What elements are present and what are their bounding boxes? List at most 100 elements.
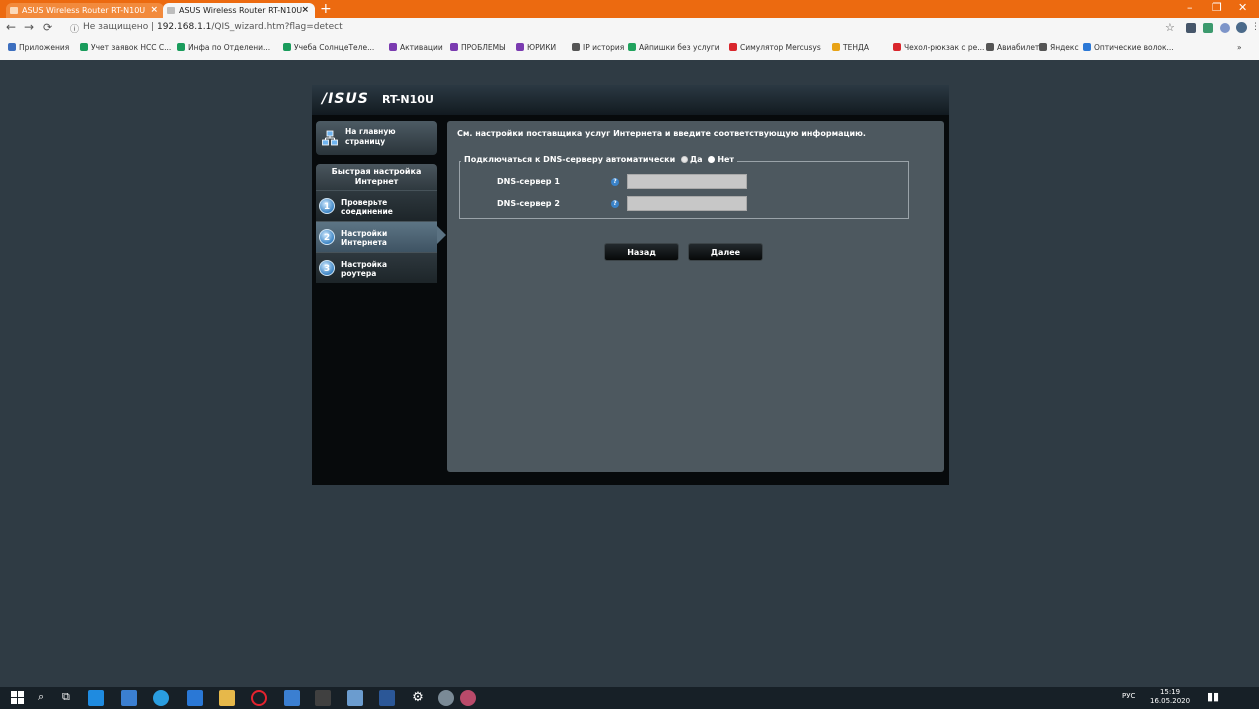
app-icon[interactable] bbox=[460, 690, 476, 706]
bookmarks-more-button[interactable]: » bbox=[1237, 43, 1242, 52]
new-tab-button[interactable]: + bbox=[320, 1, 332, 17]
bookmark-item[interactable]: ТЕНДА bbox=[832, 43, 869, 52]
help-icon[interactable]: ? bbox=[611, 200, 619, 208]
bookmark-item[interactable]: Яндекс bbox=[1039, 43, 1079, 52]
bookmark-star-icon[interactable]: ☆ bbox=[1165, 21, 1175, 34]
dns1-input[interactable] bbox=[627, 174, 747, 189]
windows-start-icon[interactable] bbox=[11, 690, 27, 706]
restore-button[interactable]: ❐ bbox=[1212, 1, 1222, 14]
dns-auto-legend: Подключаться к DNS-серверу автоматически… bbox=[461, 155, 738, 164]
telegram-icon[interactable] bbox=[153, 690, 169, 706]
bookmark-icon bbox=[893, 43, 901, 51]
bookmark-icon bbox=[389, 43, 397, 51]
bookmark-label: ЮРИКИ bbox=[527, 43, 557, 52]
url-field[interactable]: Не защищено | 192.168.1.1/QIS_wizard.htm… bbox=[83, 22, 343, 32]
menu-dots-icon[interactable]: ⋮ bbox=[1251, 22, 1259, 32]
home-button[interactable]: На главную страницу bbox=[316, 121, 437, 155]
url-security-label: Не защищено bbox=[83, 22, 149, 32]
back-button[interactable]: Назад bbox=[604, 243, 679, 261]
bookmark-item[interactable]: ПРОБЛЕМЫ bbox=[450, 43, 506, 52]
browser-tab-active[interactable]: ASUS Wireless Router RT-N10U × bbox=[163, 3, 315, 18]
date: 16.05.2020 bbox=[1150, 697, 1191, 705]
home-label: На главную страницу bbox=[345, 127, 396, 146]
bookmark-icon bbox=[80, 43, 88, 51]
dns-auto-label: Подключаться к DNS-серверу автоматически bbox=[464, 155, 676, 164]
bookmark-icon bbox=[628, 43, 636, 51]
app-icon[interactable] bbox=[121, 690, 137, 706]
bookmark-item[interactable]: Чехол-рюкзак с ре... bbox=[893, 43, 984, 52]
radio-yes[interactable] bbox=[680, 156, 688, 163]
notification-icon[interactable]: ▮▮ bbox=[1207, 690, 1219, 703]
bookmark-item[interactable]: Оптические волок... bbox=[1083, 43, 1174, 52]
bookmark-item[interactable]: Инфа по Отделени... bbox=[177, 43, 270, 52]
close-tab-icon[interactable]: × bbox=[150, 3, 158, 18]
info-icon[interactable]: ⓘ bbox=[70, 22, 79, 35]
reload-icon[interactable]: ⟳ bbox=[43, 21, 52, 34]
forward-arrow-icon[interactable]: → bbox=[24, 20, 34, 34]
profile-avatar[interactable] bbox=[1236, 22, 1247, 33]
bookmark-label: Авиабилеты bbox=[997, 43, 1046, 52]
opera-icon[interactable] bbox=[251, 690, 267, 706]
active-step-arrow bbox=[437, 226, 446, 244]
browser-tab[interactable]: ASUS Wireless Router RT-N10U × bbox=[6, 3, 164, 18]
router-favicon-icon bbox=[10, 7, 18, 14]
settings-icon[interactable]: ⚙ bbox=[410, 690, 426, 706]
bookmark-item[interactable]: IP история bbox=[572, 43, 624, 52]
next-button[interactable]: Далее bbox=[688, 243, 763, 261]
bookmark-label: Айпишки без услуги bbox=[639, 43, 720, 52]
clock[interactable]: 15:19 16.05.2020 bbox=[1150, 688, 1190, 706]
minimize-button[interactable]: – bbox=[1187, 1, 1193, 14]
dns2-input[interactable] bbox=[627, 196, 747, 211]
step-router-settings[interactable]: 3 Настройка роутера bbox=[316, 252, 437, 283]
extension-icon[interactable] bbox=[1186, 23, 1196, 33]
dns1-label: DNS-сервер 1 bbox=[497, 177, 560, 186]
step-number-icon: 3 bbox=[319, 260, 335, 276]
bookmark-item[interactable]: Учет заявок НСС С... bbox=[80, 43, 171, 52]
dns2-label: DNS-сервер 2 bbox=[497, 199, 560, 208]
bookmark-label: Приложения bbox=[19, 43, 70, 52]
extension-icon[interactable] bbox=[1220, 23, 1230, 33]
taskbar: ⌕ ⧉ ⚙ РУС 15:19 16.05.2020 ▮▮ bbox=[0, 687, 1259, 709]
radio-no[interactable] bbox=[708, 156, 716, 163]
bookmark-item[interactable]: Авиабилеты bbox=[986, 43, 1045, 52]
bookmark-label: Учеба СолнцеТеле... bbox=[294, 43, 375, 52]
radio-no-label: Нет bbox=[717, 155, 735, 164]
app-icon[interactable] bbox=[438, 690, 454, 706]
mail-icon[interactable] bbox=[187, 690, 203, 706]
close-window-button[interactable]: ✕ bbox=[1238, 1, 1247, 14]
settings-panel: См. настройки поставщика услуг Интернета… bbox=[447, 121, 944, 472]
language-indicator[interactable]: РУС bbox=[1122, 692, 1135, 700]
bookmark-item[interactable]: Симулятор Mercusys bbox=[729, 43, 821, 52]
step-internet-settings[interactable]: 2 Настройки Интернета bbox=[316, 221, 437, 252]
ie-icon[interactable] bbox=[88, 690, 104, 706]
bookmark-icon bbox=[450, 43, 458, 51]
bookmark-item[interactable]: Активации bbox=[389, 43, 443, 52]
back-arrow-icon[interactable]: ← bbox=[6, 20, 16, 34]
panel-title: См. настройки поставщика услуг Интернета… bbox=[457, 129, 866, 138]
bookmark-item[interactable]: ЮРИКИ bbox=[516, 43, 556, 52]
step-check-connection[interactable]: 1 Проверьте соединение bbox=[316, 190, 437, 221]
app-icon[interactable] bbox=[347, 690, 363, 706]
bookmark-label: Инфа по Отделени... bbox=[188, 43, 271, 52]
url-path: /QIS_wizard.htm?flag=detect bbox=[211, 22, 343, 32]
step-label: Настройка роутера bbox=[341, 260, 388, 278]
word-icon[interactable] bbox=[379, 690, 395, 706]
close-tab-icon[interactable]: × bbox=[301, 3, 309, 18]
terminal-icon[interactable] bbox=[315, 690, 331, 706]
chrome-icon[interactable] bbox=[284, 690, 300, 706]
extension-icon[interactable] bbox=[1203, 23, 1213, 33]
bookmark-item[interactable]: Айпишки без услуги bbox=[628, 43, 720, 52]
bookmark-label: ПРОБЛЕМЫ bbox=[461, 43, 506, 52]
task-view-icon[interactable]: ⧉ bbox=[62, 690, 78, 706]
bookmark-label: ТЕНДА bbox=[843, 43, 869, 52]
bookmark-item[interactable]: Приложения bbox=[8, 43, 69, 52]
bookmark-label: Учет заявок НСС С... bbox=[91, 43, 172, 52]
help-icon[interactable]: ? bbox=[611, 178, 619, 186]
bookmark-label: Симулятор Mercusys bbox=[740, 43, 821, 52]
router-model: RT-N10U bbox=[382, 93, 434, 106]
network-home-icon bbox=[322, 130, 338, 146]
search-icon[interactable]: ⌕ bbox=[38, 690, 54, 706]
bookmark-item[interactable]: Учеба СолнцеТеле... bbox=[283, 43, 374, 52]
bookmark-label: IP история bbox=[583, 43, 625, 52]
explorer-icon[interactable] bbox=[219, 690, 235, 706]
